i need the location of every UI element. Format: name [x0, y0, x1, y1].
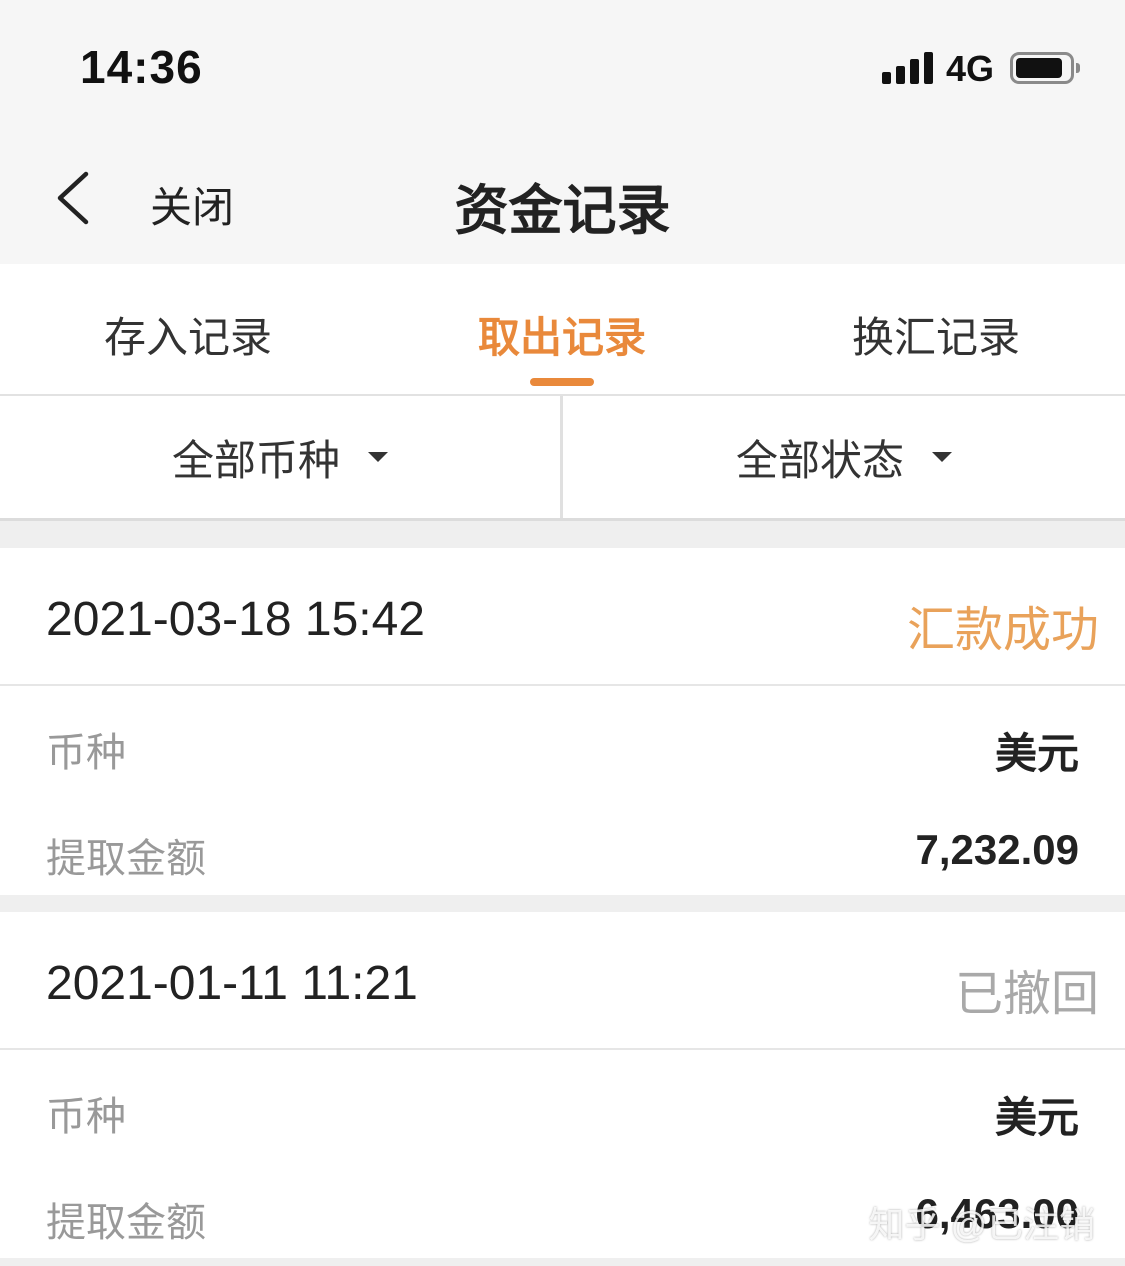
- filter-divider: [560, 396, 563, 518]
- status-filter-dropdown[interactable]: 全部状态: [564, 396, 1124, 518]
- currency-filter-label: 全部币种: [171, 436, 340, 484]
- record-currency-row: 币种 美元: [0, 690, 1125, 796]
- caret-down-icon: [932, 452, 952, 462]
- tab-withdrawal-records[interactable]: 取出记录: [478, 304, 646, 365]
- tab-deposit-records[interactable]: 存入记录: [104, 304, 272, 365]
- status-time: 14:36: [80, 41, 203, 93]
- currency-filter-dropdown[interactable]: 全部币种: [0, 396, 560, 518]
- caret-down-icon: [368, 452, 388, 462]
- withdrawal-record-card[interactable]: 2021-03-18 15:42 汇款成功 币种 美元 提取金额 7,232.0…: [0, 548, 1125, 895]
- record-status: 已撤回: [954, 968, 1099, 1021]
- page-title: 资金记录: [454, 181, 671, 241]
- record-tabs: 存入记录 取出记录 换汇记录: [0, 264, 1125, 396]
- battery-icon: [1010, 52, 1080, 84]
- amount-label: 提取金额: [46, 1201, 206, 1245]
- currency-label: 币种: [46, 1095, 126, 1139]
- currency-value: 美元: [994, 730, 1079, 777]
- watermark: 知乎 @已注销: [868, 1204, 1095, 1245]
- record-header: 2021-01-11 11:21 已撤回: [0, 912, 1125, 1050]
- record-header: 2021-03-18 15:42 汇款成功: [0, 548, 1125, 686]
- record-status: 汇款成功: [906, 604, 1099, 657]
- amount-value: 7,232.09: [915, 826, 1080, 873]
- record-date: 2021-03-18 15:42: [46, 593, 425, 646]
- filter-bar: 全部币种 全部状态: [0, 396, 1125, 521]
- record-currency-row: 币种 美元: [0, 1054, 1125, 1160]
- network-type: 4G: [946, 48, 995, 89]
- tab-exchange-records[interactable]: 换汇记录: [852, 304, 1020, 365]
- currency-value: 美元: [994, 1094, 1079, 1141]
- status-filter-label: 全部状态: [735, 436, 904, 484]
- currency-label: 币种: [46, 731, 126, 775]
- record-date: 2021-01-11 11:21: [46, 957, 418, 1010]
- record-amount-row: 提取金额 7,232.09: [0, 796, 1125, 902]
- status-bar: 14:36 4G: [0, 0, 1125, 130]
- signal-icon: [882, 52, 936, 84]
- active-tab-indicator: [530, 378, 594, 386]
- nav-bar: 关闭 资金记录: [0, 130, 1125, 264]
- amount-label: 提取金额: [46, 837, 206, 881]
